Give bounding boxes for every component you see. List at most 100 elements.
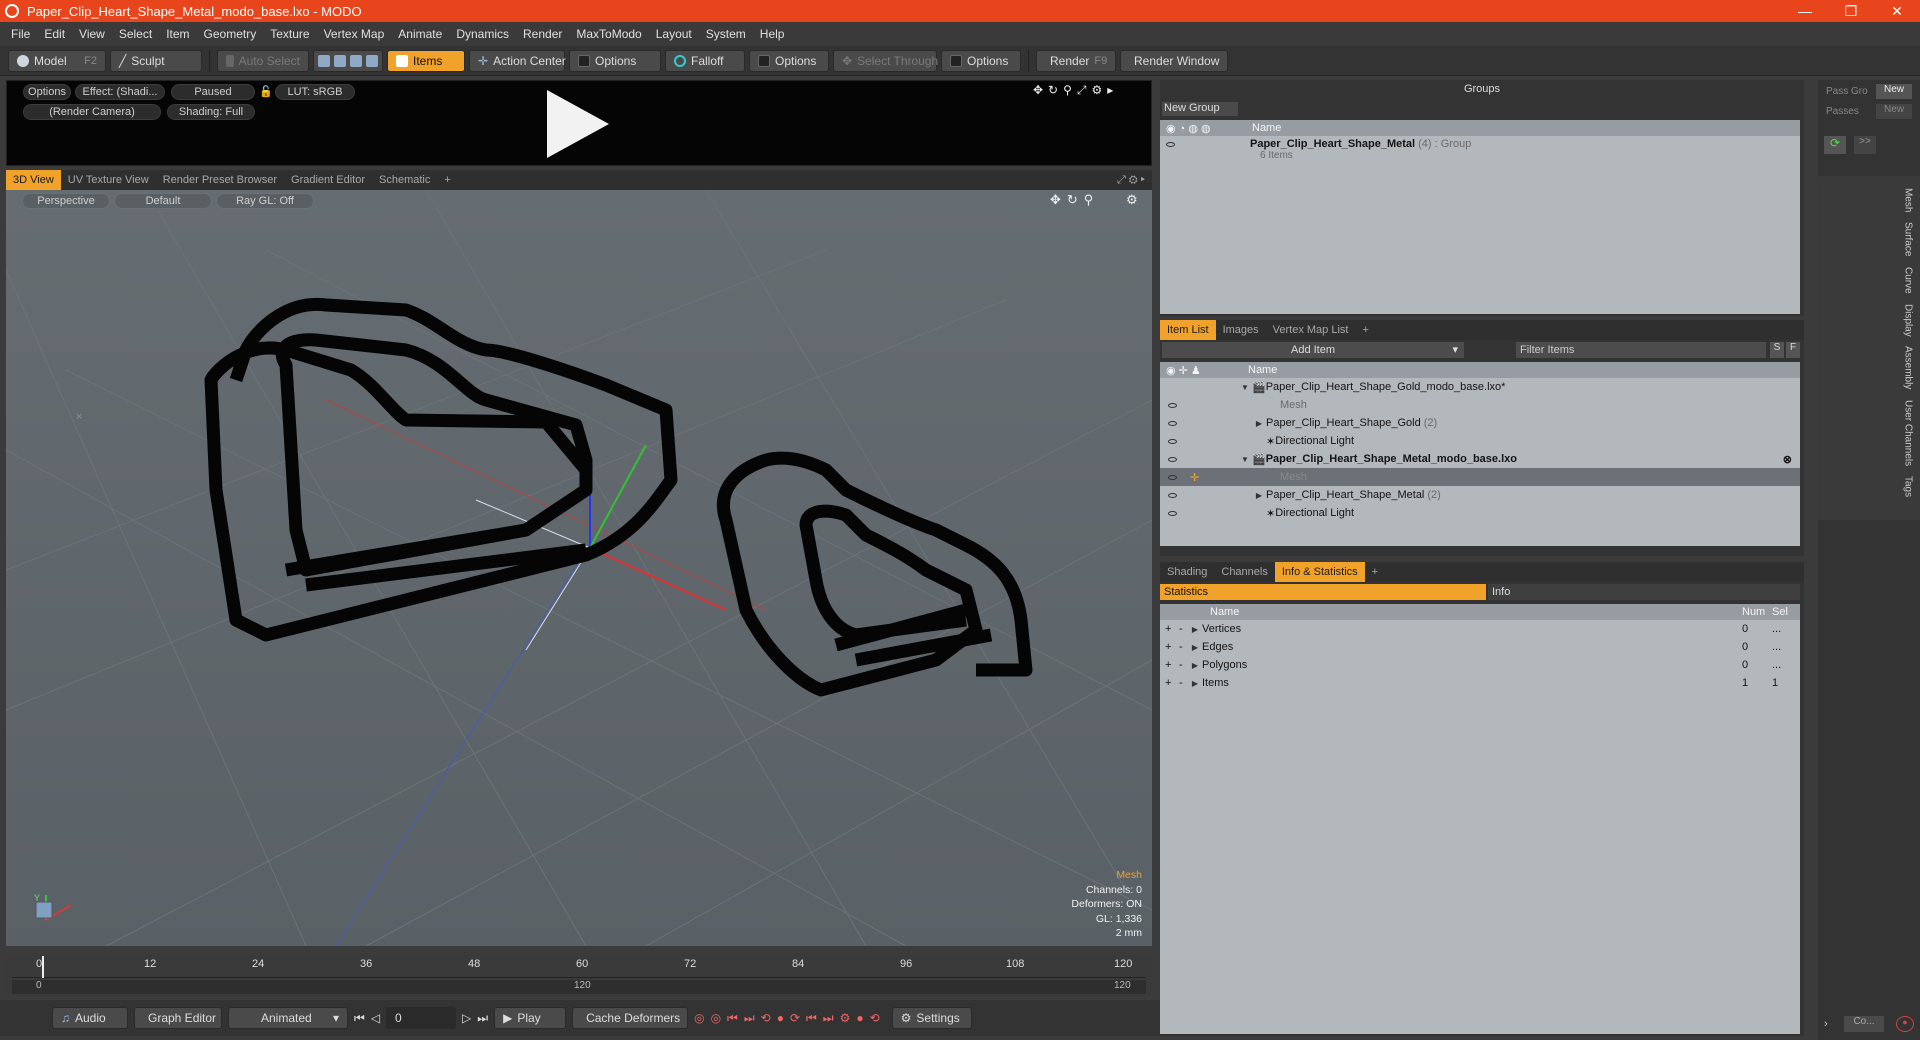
menu-item[interactable]: Item — [159, 27, 196, 41]
lock-icon[interactable]: 🔓 — [259, 85, 273, 98]
polygons-mode-icon[interactable] — [350, 54, 362, 67]
perspective-dropdown[interactable]: Perspective — [22, 193, 110, 209]
tab-item-list[interactable]: Item List — [1160, 320, 1216, 340]
tab-shading[interactable]: Shading — [1160, 562, 1214, 582]
shading-dropdown[interactable]: Shading: Full — [167, 104, 255, 120]
restore-icon[interactable]: ❐ — [1828, 3, 1874, 20]
tab-3d-view[interactable]: 3D View — [6, 170, 61, 190]
minus-icon[interactable]: - — [1174, 641, 1188, 653]
visibility-eye-icon[interactable] — [1160, 417, 1177, 429]
add-item-button[interactable]: Add Item ▾ — [1162, 342, 1464, 358]
menu-vertex-map[interactable]: Vertex Map — [317, 27, 392, 41]
menu-geometry[interactable]: Geometry — [197, 27, 264, 41]
items-mode-button[interactable]: Items — [387, 49, 465, 72]
close-scene-icon[interactable]: ⊗ — [1783, 453, 1792, 466]
animated-dropdown[interactable]: Animated ▾ — [228, 1007, 348, 1029]
item-row-light[interactable]: ✶ Directional Light — [1160, 504, 1800, 522]
visibility-eye-icon[interactable] — [1160, 507, 1177, 519]
tab-mesh[interactable]: Mesh — [1903, 188, 1914, 212]
add-tab-icon[interactable]: + — [1355, 320, 1375, 340]
item-row-mesh-selected[interactable]: ✛ Mesh — [1160, 468, 1800, 486]
tab-images[interactable]: Images — [1216, 320, 1266, 340]
tab-user-channels[interactable]: User Channels — [1903, 400, 1914, 466]
key-icons[interactable]: ◎◎⏮⏭⟲●⟳⏮⏭⚙●⟲ — [694, 1011, 886, 1026]
step-back-icon[interactable]: ◁ — [371, 1011, 380, 1025]
play-preview-icon[interactable] — [547, 90, 609, 158]
select-through-options-button[interactable]: Options — [941, 49, 1021, 72]
stats-row[interactable]: + - ▶ Polygons 0 ... — [1160, 656, 1800, 674]
play-button[interactable]: ▶ Play — [494, 1007, 567, 1029]
lut-dropdown[interactable]: LUT: sRGB — [275, 84, 355, 100]
raygl-dropdown[interactable]: Ray GL: Off — [216, 193, 314, 209]
visibility-eye-icon[interactable] — [1160, 489, 1177, 501]
item-row-light[interactable]: ✶ Directional Light — [1160, 432, 1800, 450]
minus-icon[interactable]: - — [1174, 677, 1188, 689]
range-bar[interactable]: 0 120 120 — [12, 980, 1146, 994]
edges-mode-icon[interactable] — [334, 54, 346, 67]
menu-dynamics[interactable]: Dynamics — [449, 27, 516, 41]
default-dropdown[interactable]: Default — [114, 193, 212, 209]
plus-icon[interactable]: + — [1160, 641, 1174, 653]
item-row-metal-group[interactable]: ▶ Paper_Clip_Heart_Shape_Metal (2) — [1160, 486, 1800, 504]
group-row[interactable]: Paper_Clip_Heart_Shape_Metal (4) : Group… — [1160, 136, 1800, 162]
action-center-button[interactable]: ✛ Action Center — [469, 49, 566, 72]
render-window-button[interactable]: Render Window — [1120, 49, 1228, 72]
plus-icon[interactable]: + — [1160, 623, 1174, 635]
menu-maxtomodo[interactable]: MaxToModo — [569, 27, 648, 41]
vertices-mode-icon[interactable] — [318, 54, 330, 67]
cache-deformers-button[interactable]: Cache Deformers — [572, 1007, 689, 1029]
minus-icon[interactable]: - — [1174, 623, 1188, 635]
add-tab-icon[interactable]: + — [1365, 562, 1385, 582]
frame-input[interactable]: 0 — [386, 1007, 457, 1029]
preview-nav-icons[interactable]: ✥↻⚲⤢⚙▸ — [1033, 83, 1118, 98]
menu-system[interactable]: System — [699, 27, 753, 41]
action-center-options-button[interactable]: Options — [569, 49, 661, 72]
timeline[interactable]: 0 12 24 36 48 60 72 84 96 108 120 0 120 … — [6, 954, 1152, 996]
tab-vertex-map-list[interactable]: Vertex Map List — [1266, 320, 1356, 340]
viewport-settings-icon[interactable]: ⚙ — [1126, 192, 1138, 208]
playhead[interactable] — [42, 956, 44, 978]
record-icon[interactable]: ● — [1896, 1016, 1914, 1032]
falloff-button[interactable]: Falloff — [665, 49, 745, 72]
co-button[interactable]: Co... — [1844, 1016, 1884, 1032]
gizmo-x-handle[interactable] — [589, 547, 727, 611]
tab-tags[interactable]: Tags — [1903, 476, 1914, 497]
new-pass-button[interactable]: New — [1876, 104, 1912, 119]
filter-f-button[interactable]: F — [1786, 342, 1800, 358]
timeline-ruler[interactable]: 0 12 24 36 48 60 72 84 96 108 120 — [12, 956, 1146, 978]
tab-curve[interactable]: Curve — [1903, 267, 1914, 294]
tab-surface[interactable]: Surface — [1903, 222, 1914, 256]
render-button[interactable]: Render F9 — [1036, 49, 1116, 72]
preview-options-button[interactable]: Options — [23, 84, 71, 100]
visibility-eye-icon[interactable] — [1160, 435, 1177, 447]
step-forward-icon[interactable]: ▷ — [462, 1011, 471, 1025]
tab-schematic[interactable]: Schematic — [372, 170, 437, 190]
3d-viewport[interactable]: × Y Mesh Channels: 0 Deformers: ON GL: 1… — [6, 190, 1152, 946]
menu-view[interactable]: View — [72, 27, 112, 41]
viewport-nav-icons[interactable]: ✥↻⚲ — [1050, 192, 1099, 208]
visibility-eye-icon[interactable] — [1160, 399, 1177, 411]
auto-select-button[interactable]: Auto Select — [217, 49, 309, 72]
info-tab[interactable]: Info — [1488, 584, 1800, 600]
visibility-eye-icon[interactable] — [1160, 471, 1177, 483]
plus-icon[interactable]: + — [1160, 677, 1174, 689]
tab-channels[interactable]: Channels — [1214, 562, 1274, 582]
settings-button[interactable]: ⚙ Settings — [891, 1007, 972, 1029]
visibility-eye-icon[interactable] — [1160, 453, 1177, 465]
skip-end-icon[interactable]: ⏭ — [477, 1011, 488, 1026]
item-row-gold-group[interactable]: ▶ Paper_Clip_Heart_Shape_Gold (2) — [1160, 414, 1800, 432]
minus-icon[interactable]: - — [1174, 659, 1188, 671]
stats-row[interactable]: + - ▶ Vertices 0 ... — [1160, 620, 1800, 638]
filter-s-button[interactable]: S — [1770, 342, 1784, 358]
new-group-button[interactable]: New Group — [1162, 102, 1238, 116]
group-visibility[interactable] — [1160, 138, 1250, 150]
menu-texture[interactable]: Texture — [263, 27, 316, 41]
tab-gradient-editor[interactable]: Gradient Editor — [284, 170, 372, 190]
viewport-expand-icon[interactable]: ⤢ ⚙ ▸ — [1110, 170, 1152, 190]
minimize-icon[interactable]: — — [1782, 3, 1828, 19]
menu-select[interactable]: Select — [112, 27, 159, 41]
close-icon[interactable]: ✕ — [1874, 3, 1920, 20]
menu-edit[interactable]: Edit — [37, 27, 72, 41]
pin-icon[interactable]: ✛ — [1172, 471, 1199, 484]
skip-start-icon[interactable]: ⏮ — [354, 1011, 365, 1026]
